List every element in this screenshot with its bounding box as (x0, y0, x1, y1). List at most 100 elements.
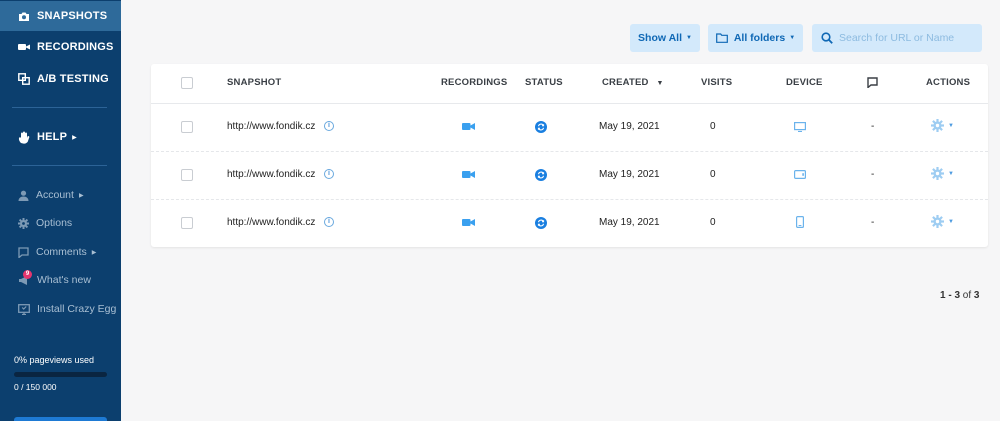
nav-help[interactable]: HELP ▶ (0, 122, 121, 152)
snapshots-table: SNAPSHOT RECORDINGS STATUS CREATED ▼ VIS… (151, 64, 988, 247)
pagination-total: 3 (973, 290, 980, 301)
table-row[interactable]: http://www.fondik.cz i May 19, 2021 0 - … (151, 151, 988, 200)
user-icon (18, 190, 29, 201)
pagination-range: 1 - 3 (940, 290, 961, 301)
col-device: DEVICE (786, 77, 823, 88)
show-all-label: Show All (638, 32, 682, 44)
table-header: SNAPSHOT RECORDINGS STATUS CREATED ▼ VIS… (151, 64, 988, 104)
nav-label: A/B TESTING (37, 73, 109, 85)
folders-dropdown[interactable]: All folders ▼ (708, 24, 803, 52)
sidebar-item-label: Comments (36, 246, 87, 258)
megaphone-icon: 9 (18, 269, 32, 286)
usage-count: 0 / 150 000 (14, 382, 57, 392)
chevron-down-icon: ▼ (789, 35, 796, 41)
nav-recordings[interactable]: RECORDINGS (0, 32, 121, 62)
info-icon[interactable]: i (324, 217, 334, 227)
chevron-down-icon: ▼ (948, 170, 954, 177)
col-actions: ACTIONS (926, 77, 971, 88)
created-date: May 19, 2021 (599, 121, 660, 132)
caret-right-icon: ▶ (91, 249, 97, 256)
row-checkbox[interactable] (181, 217, 193, 229)
recording-video-icon[interactable] (462, 122, 475, 131)
sidebar-item-label: Install Crazy Egg (37, 303, 117, 315)
usage-label: 0% pageviews used (14, 355, 95, 365)
sidebar-item-label: Options (36, 217, 73, 229)
created-date: May 19, 2021 (599, 169, 660, 180)
col-snapshot: SNAPSHOT (227, 77, 282, 88)
folders-label: All folders (733, 32, 786, 44)
usage-progress-bar (14, 372, 107, 377)
search-icon (821, 32, 833, 44)
col-status: STATUS (525, 77, 563, 88)
comment-icon (867, 77, 878, 88)
sidebar-item-options[interactable]: Options (0, 212, 121, 234)
nav-label: RECORDINGS (37, 41, 114, 53)
nav-label: HELP (37, 131, 68, 143)
visits-count: 0 (710, 217, 716, 228)
comments-count: - (871, 169, 875, 180)
hand-wave-icon (18, 131, 30, 144)
chevron-down-icon: ▼ (686, 35, 692, 41)
recording-video-icon[interactable] (462, 218, 475, 227)
comments-count: - (871, 121, 875, 132)
sidebar-item-label: Account (36, 189, 74, 201)
status-active-icon (535, 169, 547, 181)
folder-icon (715, 33, 728, 43)
created-date: May 19, 2021 (599, 217, 660, 228)
sidebar-item-label: What's new (37, 274, 91, 286)
row-checkbox[interactable] (181, 169, 193, 181)
visits-count: 0 (710, 121, 716, 132)
camera-icon (19, 12, 29, 21)
gear-icon (931, 215, 944, 228)
sidebar-item-account[interactable]: Account ▶ (0, 184, 121, 206)
col-visits: VISITS (701, 77, 733, 88)
table-row[interactable]: http://www.fondik.cz i May 19, 2021 0 - … (151, 199, 988, 247)
nav-label: SNAPSHOTS (37, 10, 108, 22)
actions-menu[interactable]: ▼ (931, 215, 954, 228)
pagination-summary: 1 - 3 of 3 (940, 290, 979, 301)
select-all-checkbox[interactable] (181, 77, 193, 89)
mobile-icon (796, 216, 804, 228)
notification-badge: 9 (23, 269, 32, 279)
row-checkbox[interactable] (181, 121, 193, 133)
show-all-dropdown[interactable]: Show All ▼ (630, 24, 700, 52)
chevron-down-icon: ▼ (948, 122, 954, 129)
status-active-icon (535, 121, 547, 133)
comments-count: - (871, 217, 875, 228)
pagination-of: of (962, 290, 972, 301)
install-icon (18, 303, 30, 315)
actions-menu[interactable]: ▼ (931, 167, 954, 180)
sidebar-item-install[interactable]: Install Crazy Egg (0, 298, 121, 320)
comment-icon (18, 246, 29, 258)
nav-ab-testing[interactable]: A/B TESTING (0, 64, 121, 94)
col-recordings: RECORDINGS (441, 77, 508, 88)
ab-test-icon (18, 73, 30, 85)
sidebar-item-comments[interactable]: Comments ▶ (0, 241, 121, 263)
snapshot-url[interactable]: http://www.fondik.cz (227, 169, 315, 180)
snapshot-url[interactable]: http://www.fondik.cz (227, 121, 315, 132)
info-icon[interactable]: i (324, 121, 334, 131)
chevron-down-icon: ▼ (948, 218, 954, 225)
search-box[interactable] (812, 24, 982, 52)
search-input[interactable] (839, 32, 979, 44)
caret-right-icon: ▶ (72, 134, 77, 141)
col-created-label: CREATED (602, 77, 649, 88)
nav-snapshots[interactable]: SNAPSHOTS (0, 1, 121, 31)
recording-video-icon[interactable] (462, 170, 475, 179)
tablet-icon (794, 170, 806, 179)
sort-desc-icon: ▼ (656, 80, 664, 87)
table-row[interactable]: http://www.fondik.cz i May 19, 2021 0 - … (151, 103, 988, 152)
visits-count: 0 (710, 169, 716, 180)
sidebar: SNAPSHOTS RECORDINGS A/B TESTING HELP ▶ … (0, 0, 121, 421)
upgrade-button[interactable] (14, 417, 107, 421)
caret-right-icon: ▶ (78, 192, 84, 199)
gear-icon (931, 119, 944, 132)
info-icon[interactable]: i (324, 169, 334, 179)
sidebar-divider (12, 107, 107, 108)
snapshot-url[interactable]: http://www.fondik.cz (227, 217, 315, 228)
sidebar-divider (12, 165, 107, 166)
col-created[interactable]: CREATED ▼ (602, 77, 664, 88)
actions-menu[interactable]: ▼ (931, 119, 954, 132)
sidebar-item-whats-new[interactable]: 9 What's new (0, 269, 121, 291)
desktop-icon (794, 122, 806, 132)
